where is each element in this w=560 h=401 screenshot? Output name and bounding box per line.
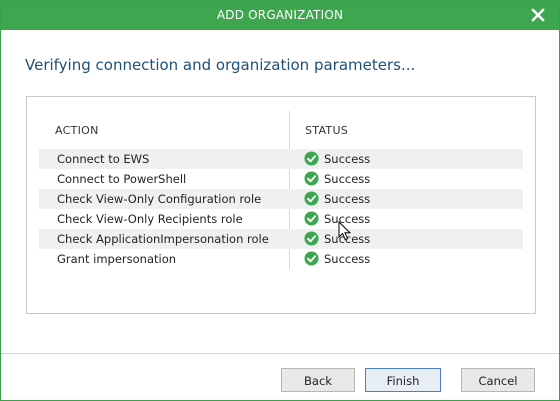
success-check-icon bbox=[304, 151, 319, 166]
success-check-icon bbox=[304, 171, 319, 186]
footer-divider bbox=[1, 353, 559, 354]
table-row: Connect to EWS Success bbox=[39, 149, 523, 169]
row-action: Connect to PowerShell bbox=[57, 172, 187, 186]
success-check-icon bbox=[304, 211, 319, 226]
cancel-button[interactable]: Cancel bbox=[461, 368, 535, 392]
row-status-text: Success bbox=[324, 192, 371, 206]
table-row: Connect to PowerShell Success bbox=[39, 169, 523, 189]
verification-panel: ACTION STATUS Connect to EWS Success Con… bbox=[26, 96, 536, 314]
page-heading: Verifying connection and organization pa… bbox=[25, 56, 416, 74]
row-action: Check ApplicationImpersonation role bbox=[57, 232, 269, 246]
add-organization-dialog: ADD ORGANIZATION Verifying connection an… bbox=[0, 0, 560, 401]
success-check-icon bbox=[304, 251, 319, 266]
column-header-action: ACTION bbox=[55, 124, 99, 137]
table-row: Grant impersonation Success bbox=[39, 249, 523, 269]
close-icon[interactable] bbox=[529, 6, 547, 24]
table-row: Check View-Only Recipients role Success bbox=[39, 209, 523, 229]
row-status-text: Success bbox=[324, 172, 371, 186]
row-action: Connect to EWS bbox=[57, 152, 150, 166]
back-button[interactable]: Back bbox=[281, 368, 355, 392]
window-title: ADD ORGANIZATION bbox=[216, 8, 344, 22]
column-header-status: STATUS bbox=[305, 124, 349, 137]
row-status-text: Success bbox=[324, 252, 371, 266]
row-action: Check View-Only Recipients role bbox=[57, 212, 243, 226]
table-row: Check View-Only Configuration role Succe… bbox=[39, 189, 523, 209]
success-check-icon bbox=[304, 191, 319, 206]
finish-button[interactable]: Finish bbox=[365, 368, 441, 392]
success-check-icon bbox=[304, 231, 319, 246]
row-status-text: Success bbox=[324, 152, 371, 166]
table-row: Check ApplicationImpersonation role Succ… bbox=[39, 229, 523, 249]
row-action: Grant impersonation bbox=[57, 252, 177, 266]
row-action: Check View-Only Configuration role bbox=[57, 192, 262, 206]
mouse-cursor-icon bbox=[338, 221, 352, 241]
title-bar: ADD ORGANIZATION bbox=[1, 1, 559, 30]
